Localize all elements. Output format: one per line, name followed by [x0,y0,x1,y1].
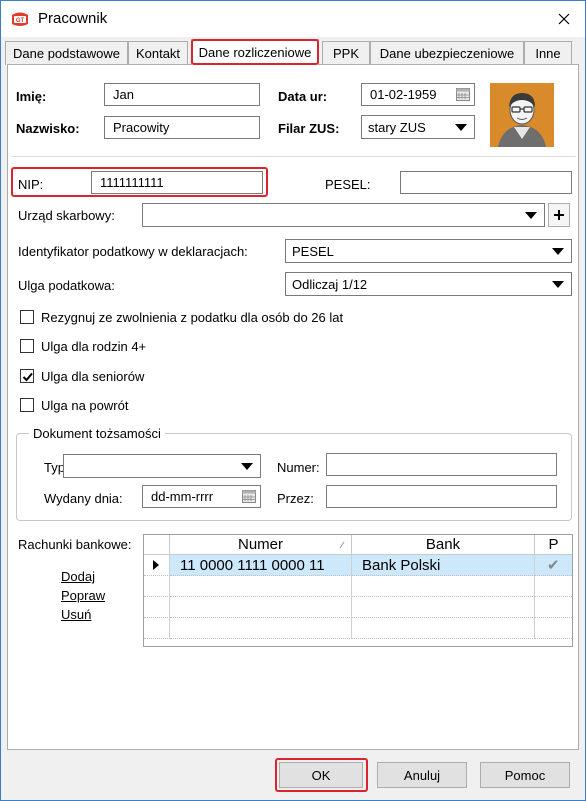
table-row-empty [144,576,170,597]
wydany-label: Wydany dnia: [44,491,123,506]
table-cell-numer[interactable]: 11 0000 1111 0000 11 [170,555,352,576]
pesel-label: PESEL: [325,177,371,192]
imie-label: Imię: [16,89,47,104]
row-indicator [144,555,170,576]
row-pointer-icon [153,560,159,570]
table-header-bank[interactable]: Bank [352,535,535,555]
tab-inne[interactable]: Inne [524,41,572,65]
table-header-numer[interactable]: Numer [170,535,352,555]
wydany-date-field[interactable]: dd-mm-rrrr [142,485,261,508]
table-row-empty [535,576,572,597]
table-row-empty [535,597,572,618]
app-icon: GT [12,12,28,26]
add-urzad-button[interactable] [548,203,570,227]
table-cell-bank[interactable]: Bank Polski [352,555,535,576]
identity-document-title: Dokument tożsamości [29,426,165,441]
calendar-icon[interactable] [456,88,470,101]
add-link[interactable]: Dodaj [61,569,95,584]
calendar-icon[interactable] [242,490,256,503]
ulga-label: Ulga podatkowa: [18,278,115,293]
checkbox-powrot-label: Ulga na powrót [41,398,129,413]
chevron-down-icon [552,281,564,288]
ulga-value: Odliczaj 1/12 [292,276,368,292]
header-numer-label: Numer [237,536,283,553]
nip-label: NIP: [18,177,44,192]
typ-select[interactable] [63,454,261,478]
tab-dane-podstawowe[interactable]: Dane podstawowe [5,41,128,65]
table-row-empty [170,597,352,618]
close-icon [558,13,570,25]
checkbox-seniorow-label: Ulga dla seniorów [41,369,145,384]
przez-field[interactable] [326,485,557,508]
checkbox-rodzin-label: Ulga dla rodzin 4+ [41,339,147,354]
tab-kontakt[interactable]: Kontakt [128,41,188,65]
nazwisko-label: Nazwisko: [16,121,80,136]
table-header-p[interactable]: P [535,535,572,555]
table-row-empty [170,618,352,639]
table-row-empty [170,576,352,597]
bank-accounts-table[interactable]: Numer Bank P 11 0000 1111 0000 11 Bank P… [143,534,573,647]
filar-zus-label: Filar ZUS: [278,121,340,136]
checkmark-icon [22,372,33,382]
chevron-down-icon [455,124,467,131]
separator [11,156,576,157]
wydany-date-value: dd-mm-rrrr [151,489,214,504]
birth-date-field[interactable]: 01-02-1959 [361,83,475,106]
table-row-empty [352,576,535,597]
imie-field[interactable]: Jan [104,83,260,106]
chevron-down-icon [525,212,537,219]
filar-zus-value: stary ZUS [368,119,426,135]
checkbox-rodzin[interactable] [20,339,34,353]
table-header-indicator [144,535,170,555]
window-title: Pracownik [38,10,108,27]
checkbox-rezygnuj[interactable] [20,310,34,324]
birth-date-value: 01-02-1959 [370,87,437,102]
tab-ppk[interactable]: PPK [322,41,370,65]
table-row-empty [535,618,572,639]
sort-icon [339,541,345,549]
avatar [490,83,554,147]
bank-accounts-label: Rachunki bankowe: [18,537,132,552]
numer-field[interactable] [326,453,557,476]
plus-icon [554,210,564,220]
przez-label: Przez: [277,491,314,506]
table-row-empty [144,597,170,618]
table-row-empty [352,597,535,618]
urzad-label: Urząd skarbowy: [18,208,115,223]
ulga-select[interactable]: Odliczaj 1/12 [285,272,572,296]
chevron-down-icon [552,248,564,255]
filar-zus-select[interactable]: stary ZUS [361,115,475,139]
table-cell-p[interactable]: ✔ [535,555,572,576]
title-bar: GT Pracownik [1,1,585,37]
close-button[interactable] [549,5,579,33]
checkbox-rezygnuj-label: Rezygnuj ze zwolnienia z podatku dla osó… [41,310,344,325]
pesel-field[interactable] [400,171,572,194]
tab-dane-ubezpieczeniowe[interactable]: Dane ubezpieczeniowe [370,41,524,65]
identyfikator-label: Identyfikator podatkowy w deklaracjach: [18,244,248,259]
svg-text:GT: GT [16,18,25,24]
help-button[interactable]: Pomoc [480,762,570,788]
identyfikator-value: PESEL [292,243,334,259]
table-row-empty [352,618,535,639]
identyfikator-select[interactable]: PESEL [285,239,572,263]
urzad-select[interactable] [142,203,545,227]
ok-button[interactable]: OK [279,762,363,788]
tab-dane-rozliczeniowe[interactable]: Dane rozliczeniowe [191,39,319,65]
cancel-button[interactable]: Anuluj [377,762,467,788]
nazwisko-field[interactable]: Pracowity [104,116,260,139]
tab-bar: Dane podstawowe Kontakt Dane rozliczenio… [1,39,585,65]
table-row-empty [144,618,170,639]
delete-link[interactable]: Usuń [61,607,91,622]
employee-dialog: GT Pracownik Dane podstawowe Kontakt Dan… [0,0,586,801]
data-ur-label: Data ur: [278,89,328,104]
edit-link[interactable]: Popraw [61,588,105,603]
checkbox-seniorow[interactable] [20,369,34,383]
nip-field[interactable]: 1111111111 [91,171,263,194]
numer-label: Numer: [277,460,320,475]
chevron-down-icon [241,463,253,470]
checkbox-powrot[interactable] [20,398,34,412]
